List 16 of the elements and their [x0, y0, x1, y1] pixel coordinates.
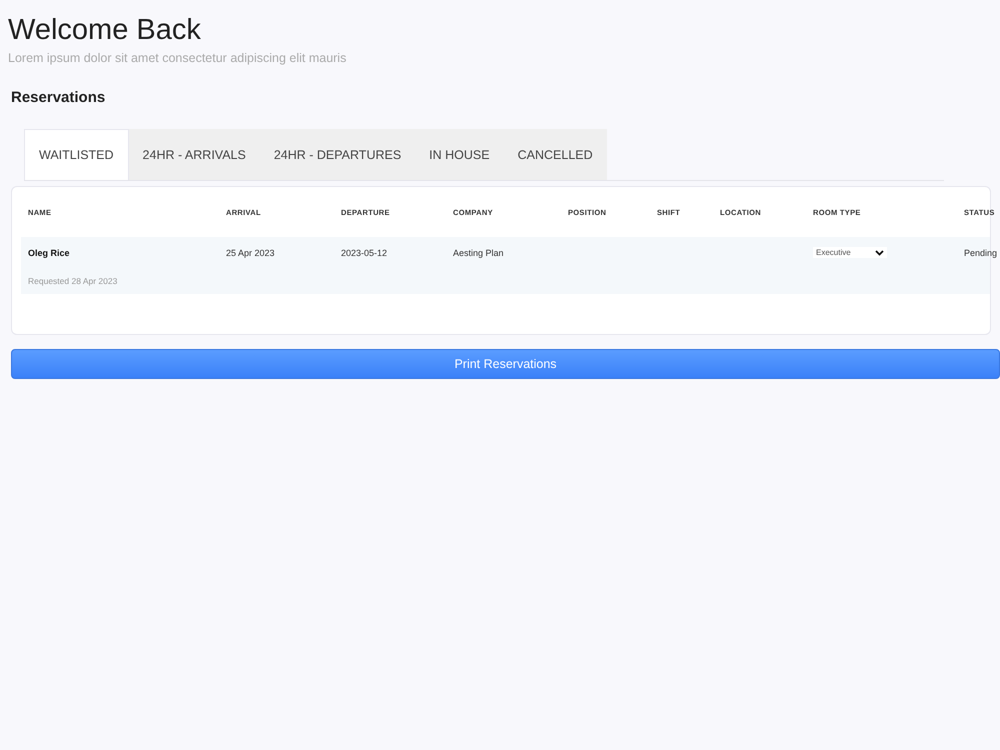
tab[interactable]: WAITLISTED	[24, 129, 129, 180]
tab[interactable]: 24HR - ARRIVALS	[128, 129, 260, 180]
tab[interactable]: 24HR - DEPARTURES	[260, 129, 416, 180]
tab[interactable]: IN HOUSE	[415, 129, 504, 180]
section-title: Reservations	[11, 89, 106, 106]
page-title: Welcome Back	[8, 14, 201, 47]
guest-name: Oleg Rice	[28, 248, 71, 258]
request-date: Requested 28 Apr 2023	[28, 276, 118, 286]
table-cell-text: Aesting Plan	[453, 248, 505, 258]
chevron-down-icon	[875, 250, 884, 256]
page-subtitle: Lorem ipsum dolor sit amet consectetur adipiscing elit mauris	[8, 51, 348, 65]
room-type-select[interactable]: Executive	[813, 247, 887, 258]
table-cell-text: 2023-05-12	[341, 248, 388, 258]
status-text: Pending	[964, 248, 998, 258]
table-cell-text: 25 Apr 2023	[226, 248, 276, 258]
tab[interactable]: CANCELLED	[504, 129, 607, 180]
